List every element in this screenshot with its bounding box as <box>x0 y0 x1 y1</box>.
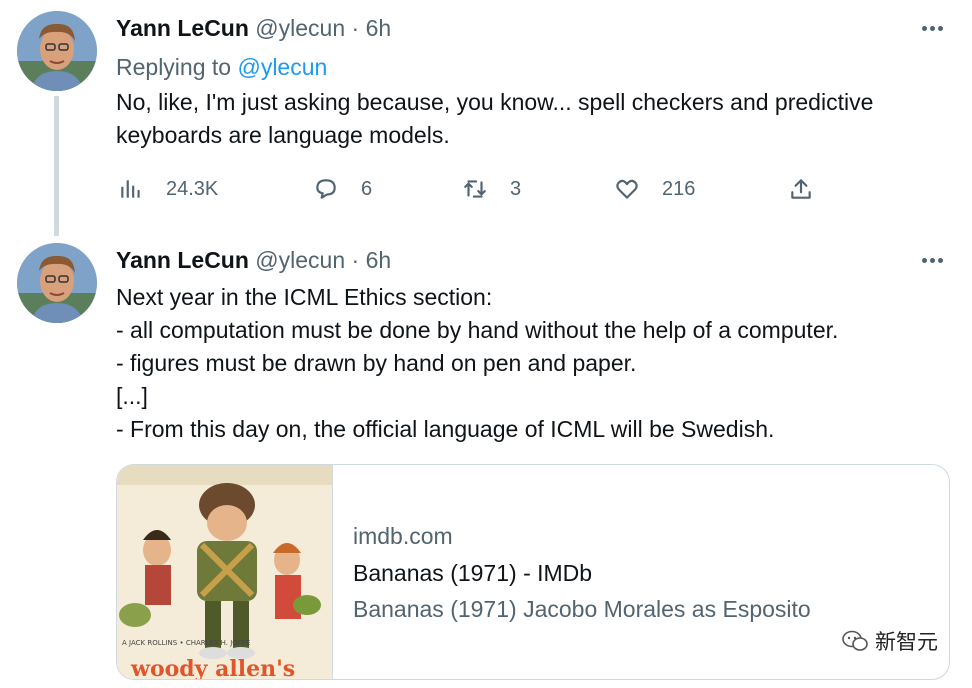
card-title: Bananas (1971) - IMDb <box>353 560 593 586</box>
author-name[interactable]: Yann LeCun <box>116 247 249 273</box>
poster-title-text: woody allen's <box>130 656 295 679</box>
replying-to-label: Replying to <box>116 54 232 80</box>
share-upload-icon <box>791 179 811 199</box>
tweet-text-line: keyboards are language models. <box>116 122 450 148</box>
more-dot-icon <box>929 25 935 31</box>
author-name[interactable]: Yann LeCun <box>116 15 249 41</box>
tweet-text: No, like, I'm just asking because, you k… <box>116 86 956 152</box>
avatar[interactable] <box>17 243 97 323</box>
share-button[interactable] <box>788 173 814 205</box>
like-count: 216 <box>662 177 696 200</box>
tweet-text-line: - From this day on, the official languag… <box>116 416 775 442</box>
tweet-reply[interactable]: Yann LeCun @ylecun · 6h Replying to @yle… <box>0 0 972 236</box>
more-dot-icon <box>937 257 943 263</box>
more-dot-icon <box>921 25 927 31</box>
replying-to: Replying to @ylecun <box>116 53 327 81</box>
retweet-count: 3 <box>510 177 522 200</box>
views-button[interactable]: 24.3K <box>118 173 218 205</box>
separator-dot: · <box>351 15 360 41</box>
retweet-icon <box>464 180 486 198</box>
card-domain: imdb.com <box>353 523 453 549</box>
card-body: imdb.com Bananas (1971) - IMDb Bananas (… <box>353 521 933 627</box>
reply-count: 6 <box>361 177 373 200</box>
thread-connector-line <box>54 96 59 236</box>
reply-button[interactable]: 6 <box>313 173 372 205</box>
retweet-button[interactable]: 3 <box>462 173 521 205</box>
avatar[interactable] <box>17 11 97 91</box>
watermark-text: 新智元 <box>875 631 938 654</box>
svg-text:A JACK ROLLINS • CHARLES H. JO: A JACK ROLLINS • CHARLES H. JOFFE <box>122 639 250 647</box>
views-count: 24.3K <box>166 177 219 200</box>
views-chart-icon <box>121 180 140 198</box>
author-handle[interactable]: @ylecun <box>255 15 345 41</box>
more-dot-icon <box>921 257 927 263</box>
separator-dot: · <box>351 247 360 273</box>
card-thumbnail-image: A JACK ROLLINS • CHARLES H. JOFFE woody … <box>117 465 333 679</box>
tweet-text-line: [...] <box>116 383 148 409</box>
more-dot-icon <box>929 257 935 263</box>
heart-icon <box>616 179 638 199</box>
link-preview-card[interactable]: A JACK ROLLINS • CHARLES H. JOFFE woody … <box>116 464 950 680</box>
watermark: 新智元 <box>837 624 942 658</box>
more-options-button[interactable] <box>918 246 946 274</box>
more-options-button[interactable] <box>918 14 946 42</box>
tweet-text-line: - figures must be drawn by hand on pen a… <box>116 350 637 376</box>
reply-bubble-icon <box>316 179 336 199</box>
tweet-text: Next year in the ICML Ethics section: - … <box>116 281 956 446</box>
like-button[interactable]: 216 <box>614 173 695 205</box>
tweet-timestamp[interactable]: 6h <box>366 15 392 41</box>
wechat-logo-icon <box>842 630 868 651</box>
tweet[interactable]: Yann LeCun @ylecun · 6h Next year in the… <box>0 232 972 688</box>
tweet-header: Yann LeCun @ylecun · 6h <box>116 246 391 274</box>
tweet-text-line: No, like, I'm just asking because, you k… <box>116 89 874 115</box>
tweet-header: Yann LeCun @ylecun · 6h <box>116 14 391 42</box>
card-description: Bananas (1971) Jacobo Morales as Esposit… <box>353 596 811 622</box>
tweet-text-line: - all computation must be done by hand w… <box>116 317 839 343</box>
replying-to-mention[interactable]: @ylecun <box>237 54 327 80</box>
more-dot-icon <box>937 25 943 31</box>
tweet-text-line: Next year in the ICML Ethics section: <box>116 284 493 310</box>
tweet-timestamp[interactable]: 6h <box>366 247 392 273</box>
author-handle[interactable]: @ylecun <box>255 247 345 273</box>
